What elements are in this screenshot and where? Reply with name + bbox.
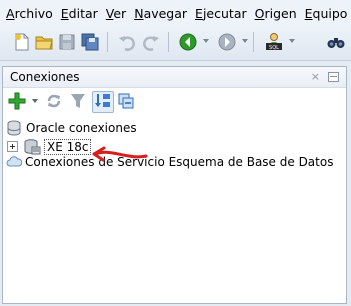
binoculars-icon[interactable] [326,32,346,52]
redo-icon[interactable] [141,32,161,52]
collapse-icon[interactable] [117,92,135,110]
menu-archivo[interactable]: Archivo [0,6,53,21]
menu-bar: Archivo Editar Ver Navegar Ejecutar Orig… [0,0,351,26]
database-icon [7,120,21,136]
menu-editar[interactable]: Editar [53,6,98,21]
toolbar-separator [107,32,108,52]
forward-icon[interactable] [217,32,237,52]
menu-ejecutar[interactable]: Ejecutar [187,6,247,21]
save-icon[interactable] [57,32,77,52]
tree-root-label: Oracle conexiones [26,120,137,135]
save-all-icon[interactable] [80,32,100,52]
sql-worksheet-icon[interactable]: SQL [264,32,284,52]
sql-dropdown-icon[interactable] [289,39,295,43]
back-icon[interactable] [178,32,198,52]
menu-ver[interactable]: Ver [98,6,126,21]
refresh-icon[interactable] [45,92,63,110]
sql-badge-text: SQL [269,45,279,51]
connections-panel: Conexiones × Oracle conexiones XE 18c Co… [2,66,347,304]
schema-browser-icon[interactable] [94,92,112,110]
annotation-arrow-icon [92,146,148,162]
add-connection-dropdown-icon[interactable] [32,99,38,103]
panel-minimize-icon[interactable] [328,72,339,82]
new-file-icon[interactable] [12,32,32,52]
expand-icon[interactable] [7,141,18,152]
main-toolbar: SQL [0,26,351,61]
menu-origen[interactable]: Origen [247,6,297,21]
undo-icon[interactable] [117,32,137,52]
panel-close-icon[interactable]: × [311,70,320,83]
forward-dropdown-icon[interactable] [242,39,248,43]
panel-header: Conexiones × [3,67,346,88]
menu-equipo[interactable]: Equipo [297,6,348,21]
tree-node-oracle-connections[interactable]: Oracle conexiones [6,119,137,136]
menu-navegar[interactable]: Navegar [126,6,187,21]
cloud-connections-label: Conexiones de Servicio Esquema de Base d… [25,154,334,169]
toolbar-separator [168,32,169,52]
toolbar-separator [253,32,254,52]
cloud-icon [6,155,22,166]
open-folder-icon[interactable] [34,32,54,52]
tree-node-cloud-connections[interactable]: Conexiones de Servicio Esquema de Base d… [6,153,333,170]
filter-icon[interactable] [69,92,87,110]
back-dropdown-icon[interactable] [203,39,209,43]
add-connection-icon[interactable] [8,92,26,110]
panel-title: Conexiones [10,70,80,84]
panel-toolbar [3,89,346,115]
